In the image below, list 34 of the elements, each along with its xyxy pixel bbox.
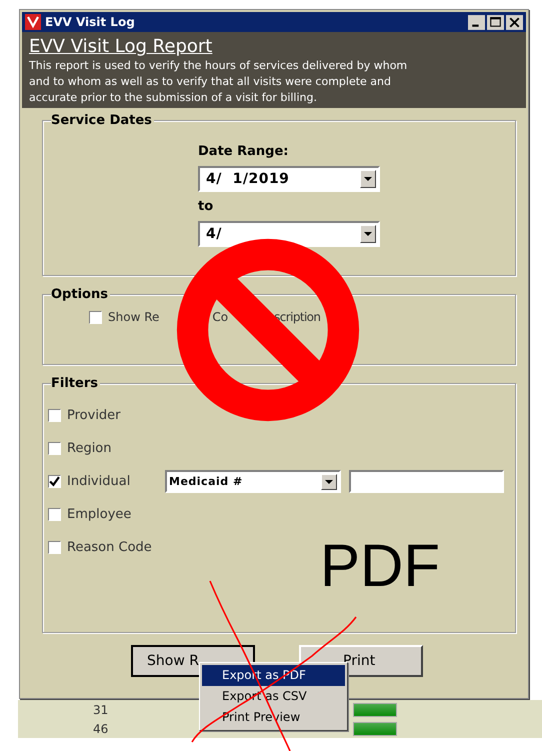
report-description: This report is used to verify the hours of services delivered by whom and to whom as well as to verify that all visits were complete and accurate prior to the submission of a visit for billing. xyxy=(29,58,408,106)
bar-graphic xyxy=(353,702,397,716)
checkbox-label: Individual xyxy=(67,474,132,489)
checkbox-label: Co xyxy=(212,310,228,324)
app-logo-icon xyxy=(25,14,41,30)
annotation-text: PDF xyxy=(320,531,440,601)
date-dropdown[interactable]: 4/ 1/2019 xyxy=(198,166,380,192)
checkbox[interactable] xyxy=(48,442,61,455)
filter-value-field[interactable] xyxy=(349,470,504,493)
prohibition-sign-icon xyxy=(176,238,360,422)
checkbox[interactable] xyxy=(48,541,61,554)
checkbox-label: scription xyxy=(274,310,320,324)
checkbox[interactable] xyxy=(48,409,61,422)
filter-type-dropdown[interactable]: Medicaid # xyxy=(165,470,341,493)
close-icon[interactable] xyxy=(506,14,523,30)
report-title: EVV Visit Log Report xyxy=(29,36,214,58)
checkbox[interactable] xyxy=(48,475,61,488)
checkbox-label: Region xyxy=(67,441,113,456)
table-cell-text: 46 xyxy=(93,722,110,736)
date-dropdown[interactable]: 4/ xyxy=(198,221,380,247)
checkbox-label: Reason Code xyxy=(67,540,153,555)
window-title: EVV Visit Log xyxy=(45,15,136,29)
bar-graphic xyxy=(353,722,397,736)
table-cell-text: 31 xyxy=(93,702,110,716)
checkbox[interactable] xyxy=(48,508,61,521)
checkbox-label: Show Re xyxy=(108,310,160,324)
checkbox-label: Provider xyxy=(67,408,122,423)
checkbox[interactable] xyxy=(89,310,102,324)
maximize-icon[interactable] xyxy=(487,14,504,30)
date-range-label: Date Range: xyxy=(198,144,288,161)
checkbox-label: Employee xyxy=(67,507,132,522)
group-title: Options xyxy=(51,287,110,302)
to-label: to xyxy=(198,199,214,216)
minimize-icon[interactable] xyxy=(468,14,485,30)
